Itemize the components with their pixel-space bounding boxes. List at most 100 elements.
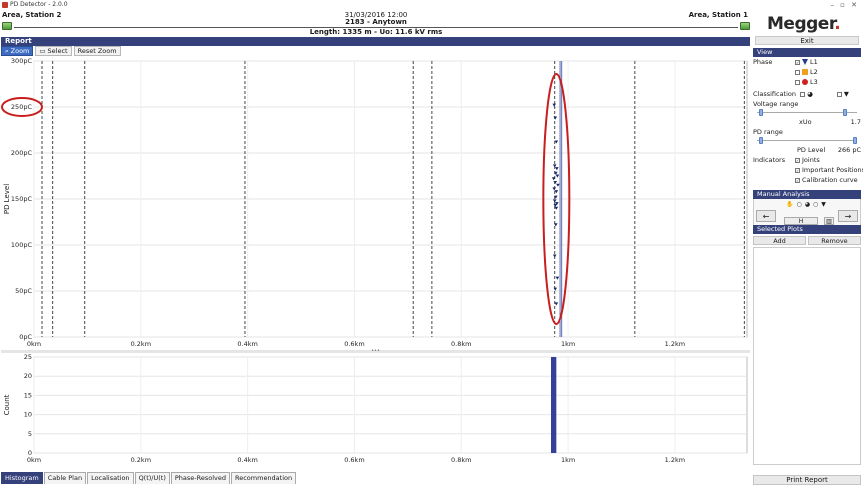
indicator-important-positions[interactable]: ✓ Important Positions xyxy=(795,165,863,175)
phase-l2-checkbox[interactable] xyxy=(795,69,800,75)
selected-plots-list[interactable] xyxy=(753,247,861,465)
voltage-range-label: Voltage range xyxy=(753,100,799,108)
classification-checkbox-1[interactable] xyxy=(800,91,806,97)
side-panel: View Phase ✓ L1 L2 L3 Classification ◕ ▼ Vo… xyxy=(752,46,863,485)
pd-x-tick-label: 0.8km xyxy=(451,340,471,348)
tab-q-t-u-t-[interactable]: Q(t)/U(t) xyxy=(134,472,170,484)
phase-l3-checkbox[interactable] xyxy=(795,79,800,85)
hist-x-tick-label: 1km xyxy=(561,456,575,464)
report-tabs: Histogram Cable Plan Localisation Q(t)/U(t)… xyxy=(1,472,297,484)
magnifier-icon: ⌕ xyxy=(5,46,9,55)
window-controls[interactable]: – ▫ ✕ xyxy=(830,0,859,10)
indicator-calibration-curve-checkbox[interactable]: ✓ xyxy=(795,177,800,183)
pd-level-row: PD Level 266 pC xyxy=(753,145,861,155)
megger-logo: Megger. xyxy=(767,14,841,34)
cable-info-label: Length: 1335 m - Uo: 11.6 kV rms xyxy=(309,28,443,36)
phase-label: Phase xyxy=(753,58,773,66)
pd-y-tick-label: 250pC xyxy=(11,103,33,111)
select-box-icon: ▭ xyxy=(39,46,46,55)
indicator-joints-checkbox[interactable]: ✓ xyxy=(795,157,800,163)
hist-y-tick-label: 5 xyxy=(28,430,32,438)
pd-range-slider[interactable] xyxy=(757,137,857,145)
h-button[interactable]: H xyxy=(784,217,818,225)
indicator-joints[interactable]: ✓ Joints xyxy=(795,155,863,165)
indicator-calibration-curve[interactable]: ✓ Calibration curve xyxy=(795,175,863,185)
remove-plot-button[interactable]: Remove xyxy=(808,236,861,245)
pd-level-label: PD Level xyxy=(797,146,826,154)
histogram-bar[interactable] xyxy=(550,357,557,453)
app-icon xyxy=(2,2,8,8)
radio2-icon[interactable]: ○ xyxy=(813,201,821,208)
comment-class-icon[interactable]: ▼ xyxy=(821,201,829,208)
select-label: Select xyxy=(47,46,68,55)
histogram-svg: 25201510500km 0.2km 0.4km 0.6km 0.8km 1km 1.2k… xyxy=(3,353,748,464)
pd-y-tick-label: 50pC xyxy=(15,287,32,295)
voltage-max-value: 1.7 xyxy=(850,118,861,126)
classification-checkbox-2[interactable] xyxy=(836,91,842,97)
station-right-icon xyxy=(740,22,750,30)
tab-localisation[interactable]: Localisation xyxy=(87,472,134,484)
select-button[interactable]: ▭ Select xyxy=(35,46,72,56)
tab-phase-resolved[interactable]: Phase-Resolved xyxy=(170,472,230,484)
zoom-label: Zoom xyxy=(10,46,30,55)
pd-y-tick-label: 200pC xyxy=(11,149,33,157)
logo-mark: . xyxy=(834,14,841,34)
hand-icon[interactable]: ✋ xyxy=(786,201,796,208)
voltage-range-slider[interactable] xyxy=(757,109,857,117)
cable-icon: ◕ xyxy=(807,90,813,98)
hist-x-tick-label: 0.8km xyxy=(451,456,471,464)
voltage-min-thumb[interactable] xyxy=(759,109,763,116)
voltage-scale-row: xUo 1.7 xyxy=(753,117,861,127)
pd-min-thumb[interactable] xyxy=(759,137,763,144)
pd-level-chart[interactable]: 300pC 250pC 200pC 150pC 100pC 50pC 0pC 0km 0.2km… xyxy=(0,56,752,351)
radio-icon[interactable]: ○ xyxy=(796,201,804,208)
trash-button[interactable]: ▥ xyxy=(824,217,834,225)
indicator-calibration-curve-label: Calibration curve xyxy=(802,176,858,184)
trash-icon: ▥ xyxy=(826,218,832,225)
indicator-joints-label: Joints xyxy=(802,156,820,164)
phase-l2[interactable]: L2 xyxy=(795,67,818,77)
pd-x-tick-label: 0.4km xyxy=(237,340,257,348)
exit-button[interactable]: Exit xyxy=(755,36,859,45)
hist-x-tick-label: 0.4km xyxy=(237,456,257,464)
reset-zoom-button[interactable]: Reset Zoom xyxy=(73,46,121,56)
pd-y-tick-label: 150pC xyxy=(11,195,33,203)
phase-l2-marker-icon xyxy=(802,69,808,75)
previous-arrow-button[interactable]: ← xyxy=(756,210,776,222)
hist-y-axis-label: Count xyxy=(3,394,11,415)
tab-cable-plan[interactable]: Cable Plan xyxy=(43,472,87,484)
phase-l1-label: L1 xyxy=(810,58,818,66)
phase-row: Phase ✓ L1 L2 L3 xyxy=(753,57,861,89)
indicator-important-positions-checkbox[interactable]: ✓ xyxy=(795,167,800,173)
add-plot-button[interactable]: Add xyxy=(753,236,806,245)
print-report-button[interactable]: Print Report xyxy=(753,475,861,485)
phase-l1-marker-icon xyxy=(802,59,808,65)
next-arrow-button[interactable]: → xyxy=(838,210,858,222)
phase-l1[interactable]: ✓ L1 xyxy=(795,57,818,67)
cable-class-icon[interactable]: ◕ xyxy=(805,201,813,208)
classification-row: Classification ◕ ▼ xyxy=(753,89,861,99)
indicator-important-positions-label: Important Positions xyxy=(802,166,863,174)
pd-max-thumb[interactable] xyxy=(853,137,857,144)
hist-y-tick-label: 20 xyxy=(24,372,32,380)
histogram-chart[interactable]: 25 20 15 10 5 0 0km 0.2km 0.4km 0.6km 0.8km 1km 1.2k… xyxy=(0,352,752,470)
phase-l1-checkbox[interactable]: ✓ xyxy=(795,59,800,65)
pd-level-svg: 300pC250pC200pC150pC100pC50pC0pC0km 0.2km… xyxy=(1,57,748,348)
voltage-max-thumb[interactable] xyxy=(843,109,847,116)
hist-y-tick-label: 15 xyxy=(24,391,32,399)
right-station-label: Area, Station 1 xyxy=(688,11,748,19)
tab-histogram[interactable]: Histogram xyxy=(1,472,43,484)
selected-plots-title: Selected Plots xyxy=(753,225,861,234)
hist-y-tick-label: 10 xyxy=(24,411,32,419)
pd-level-value: 266 pC xyxy=(837,146,861,154)
pd-x-tick-label: 0.2km xyxy=(131,340,151,348)
selected-plots-buttons: Add Remove xyxy=(753,236,861,245)
pd-x-tick-label: 1km xyxy=(561,340,575,348)
pd-x-tick-label: 1.2km xyxy=(665,340,685,348)
pd-slider-track xyxy=(757,140,857,141)
pd-y-tick-label: 100pC xyxy=(11,241,33,249)
report-toolbar: ⌕ Zoom ▭ Select Reset Zoom xyxy=(1,46,121,56)
phase-l3[interactable]: L3 xyxy=(795,77,818,87)
tab-recommendation[interactable]: Recommendation xyxy=(231,472,297,484)
zoom-button[interactable]: ⌕ Zoom xyxy=(1,46,34,56)
